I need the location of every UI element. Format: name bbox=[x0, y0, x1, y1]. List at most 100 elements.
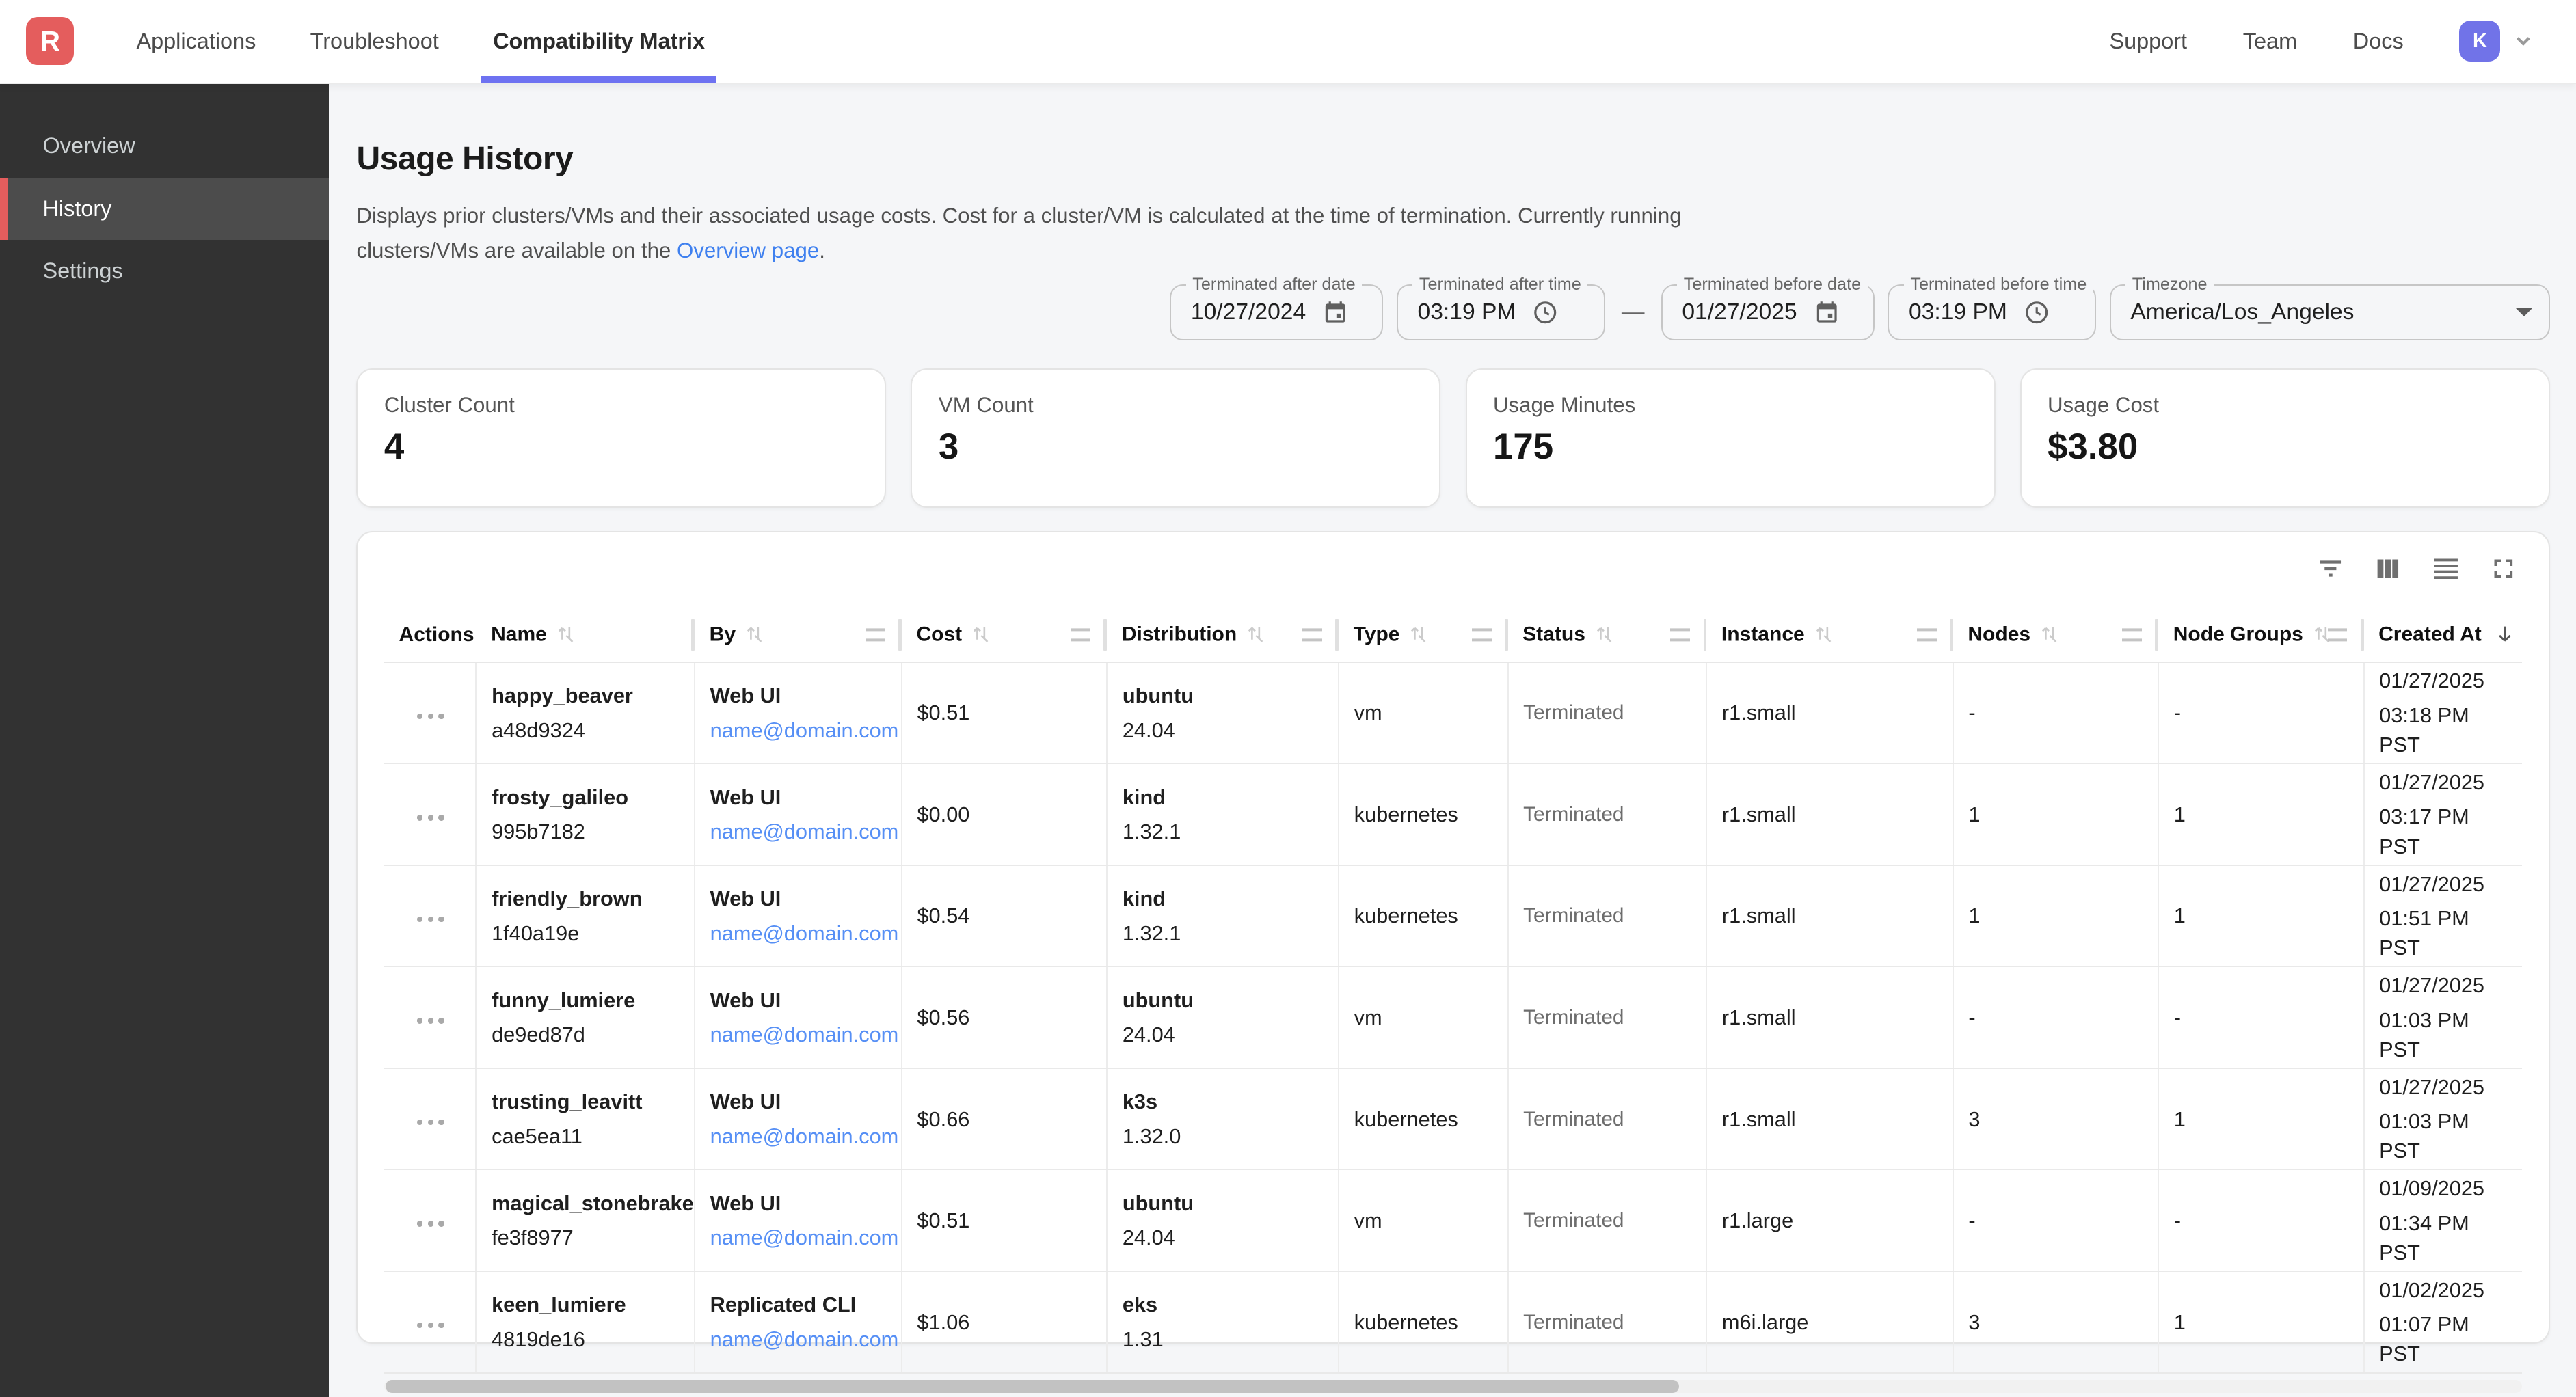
email-link[interactable]: name@domain.com bbox=[710, 1225, 899, 1249]
column-header-instance[interactable]: Instance bbox=[1706, 608, 1953, 662]
column-header-created_at[interactable]: Created At bbox=[2364, 608, 2523, 662]
column-label: Distribution bbox=[1122, 623, 1237, 646]
page-description: Displays prior clusters/VMs and their as… bbox=[356, 199, 2549, 268]
email-link[interactable]: name@domain.com bbox=[710, 819, 899, 843]
nav-link-team[interactable]: Team bbox=[2243, 29, 2297, 54]
cell-type: kubernetes bbox=[1339, 763, 1508, 865]
sidebar-item-history[interactable]: History bbox=[0, 178, 329, 240]
column-header-by[interactable]: By bbox=[695, 608, 902, 662]
column-menu-icon[interactable] bbox=[1472, 628, 1492, 641]
row-actions-button[interactable] bbox=[410, 1316, 451, 1335]
column-menu-icon[interactable] bbox=[1302, 628, 1322, 641]
nav-link-support[interactable]: Support bbox=[2109, 29, 2187, 54]
replicated-logo[interactable]: R bbox=[26, 17, 74, 65]
cell-created_at: 01/27/202501:03 PM PST bbox=[2364, 1068, 2523, 1170]
cell-actions bbox=[384, 763, 477, 865]
tab-compatibility-matrix[interactable]: Compatibility Matrix bbox=[493, 0, 705, 83]
density-icon[interactable] bbox=[2430, 553, 2462, 584]
sidebar-item-overview[interactable]: Overview bbox=[0, 115, 329, 177]
calendar-icon[interactable] bbox=[1814, 299, 1840, 325]
horizontal-scrollbar[interactable] bbox=[384, 1380, 2522, 1393]
terminated-before-date-field[interactable]: Terminated before date 01/27/2025 bbox=[1661, 284, 1875, 340]
cell-actions bbox=[384, 1169, 477, 1271]
column-label: Name bbox=[491, 623, 547, 646]
column-header-nodes[interactable]: Nodes bbox=[1953, 608, 2158, 662]
cell-nodes: - bbox=[1953, 1169, 2158, 1271]
field-value[interactable]: America/Los_Angeles bbox=[2130, 299, 2354, 325]
stat-label: Usage Minutes bbox=[1493, 393, 1968, 418]
column-header-type[interactable]: Type bbox=[1339, 608, 1508, 662]
column-menu-icon[interactable] bbox=[2122, 628, 2142, 641]
column-menu-icon[interactable] bbox=[866, 628, 885, 641]
nav-link-docs[interactable]: Docs bbox=[2353, 29, 2404, 54]
column-header-distribution[interactable]: Distribution bbox=[1107, 608, 1339, 662]
row-actions-button[interactable] bbox=[410, 1113, 451, 1132]
overview-page-link[interactable]: Overview page bbox=[677, 239, 819, 262]
row-actions-button[interactable] bbox=[410, 1215, 451, 1234]
terminated-after-time-field[interactable]: Terminated after time 03:19 PM bbox=[1397, 284, 1605, 340]
column-menu-icon[interactable] bbox=[1670, 628, 1690, 641]
cell-status: Terminated bbox=[1508, 966, 1707, 1068]
tab-applications[interactable]: Applications bbox=[136, 0, 256, 83]
avatar[interactable]: K bbox=[2459, 21, 2500, 62]
column-menu-icon[interactable] bbox=[2328, 628, 2348, 641]
column-header-cost[interactable]: Cost bbox=[902, 608, 1107, 662]
column-header-status[interactable]: Status bbox=[1508, 608, 1707, 662]
clock-icon[interactable] bbox=[2024, 299, 2050, 325]
cell-node_groups: 1 bbox=[2158, 865, 2363, 967]
column-header-node_groups[interactable]: Node Groups bbox=[2158, 608, 2363, 662]
cell-by: Web UIname@domain.com bbox=[695, 1068, 902, 1170]
timezone-select[interactable]: Timezone America/Los_Angeles bbox=[2110, 284, 2550, 340]
account-menu[interactable]: K bbox=[2459, 21, 2535, 62]
email-link[interactable]: name@domain.com bbox=[710, 1124, 899, 1148]
columns-icon[interactable] bbox=[2372, 553, 2404, 584]
description-line1: Displays prior clusters/VMs and their as… bbox=[356, 204, 1681, 228]
fullscreen-icon[interactable] bbox=[2488, 553, 2519, 584]
description-line2: clusters/VMs are available on the bbox=[356, 239, 677, 262]
cell-name: happy_beavera48d9324 bbox=[476, 662, 695, 764]
field-value[interactable]: 10/27/2024 bbox=[1191, 299, 1306, 325]
caret-down-icon[interactable] bbox=[2516, 308, 2532, 316]
scrollbar-thumb[interactable] bbox=[386, 1380, 1679, 1393]
column-label: By bbox=[710, 623, 736, 646]
sort-icon bbox=[555, 623, 576, 644]
row-actions-button[interactable] bbox=[410, 707, 451, 726]
email-link[interactable]: name@domain.com bbox=[710, 921, 899, 945]
email-link[interactable]: name@domain.com bbox=[710, 1022, 899, 1046]
cell-type: kubernetes bbox=[1339, 1271, 1508, 1373]
email-link[interactable]: name@domain.com bbox=[710, 1327, 899, 1351]
field-value[interactable]: 03:19 PM bbox=[1909, 299, 2007, 325]
column-menu-icon[interactable] bbox=[1071, 628, 1090, 641]
cell-distribution: kind1.32.1 bbox=[1107, 865, 1339, 967]
row-actions-button[interactable] bbox=[410, 1012, 451, 1031]
cell-node_groups: - bbox=[2158, 662, 2363, 764]
column-label: Node Groups bbox=[2173, 623, 2303, 646]
row-actions-button[interactable] bbox=[410, 910, 451, 929]
cell-created_at: 01/27/202501:51 PM PST bbox=[2364, 865, 2523, 967]
clock-icon[interactable] bbox=[1532, 299, 1558, 325]
cell-name: trusting_leavittcae5ea11 bbox=[476, 1068, 695, 1170]
filter-icon[interactable] bbox=[2315, 553, 2346, 584]
table-row: friendly_brown1f40a19eWeb UIname@domain.… bbox=[384, 865, 2522, 967]
cell-status: Terminated bbox=[1508, 1068, 1707, 1170]
field-value[interactable]: 03:19 PM bbox=[1418, 299, 1516, 325]
range-dash: — bbox=[1622, 299, 1645, 325]
stat-label: VM Count bbox=[939, 393, 1413, 418]
row-actions-button[interactable] bbox=[410, 809, 451, 828]
field-label: Terminated before time bbox=[1904, 275, 2093, 295]
field-value[interactable]: 01/27/2025 bbox=[1682, 299, 1797, 325]
cell-cost: $0.51 bbox=[902, 1169, 1107, 1271]
tab-troubleshoot[interactable]: Troubleshoot bbox=[310, 0, 439, 83]
cell-by: Replicated CLIname@domain.com bbox=[695, 1271, 902, 1373]
nav-tabs: Applications Troubleshoot Compatibility … bbox=[136, 0, 705, 83]
email-link[interactable]: name@domain.com bbox=[710, 718, 899, 742]
column-menu-icon[interactable] bbox=[1917, 628, 1937, 641]
column-header-name[interactable]: Name bbox=[476, 608, 695, 662]
cell-distribution: kind1.32.1 bbox=[1107, 763, 1339, 865]
sidebar-item-settings[interactable]: Settings bbox=[0, 240, 329, 302]
cell-type: kubernetes bbox=[1339, 865, 1508, 967]
terminated-after-date-field[interactable]: Terminated after date 10/27/2024 bbox=[1170, 284, 1383, 340]
stat-card-usage-minutes: Usage Minutes 175 bbox=[1466, 368, 1996, 508]
terminated-before-time-field[interactable]: Terminated before time 03:19 PM bbox=[1888, 284, 2096, 340]
calendar-icon[interactable] bbox=[1322, 299, 1348, 325]
